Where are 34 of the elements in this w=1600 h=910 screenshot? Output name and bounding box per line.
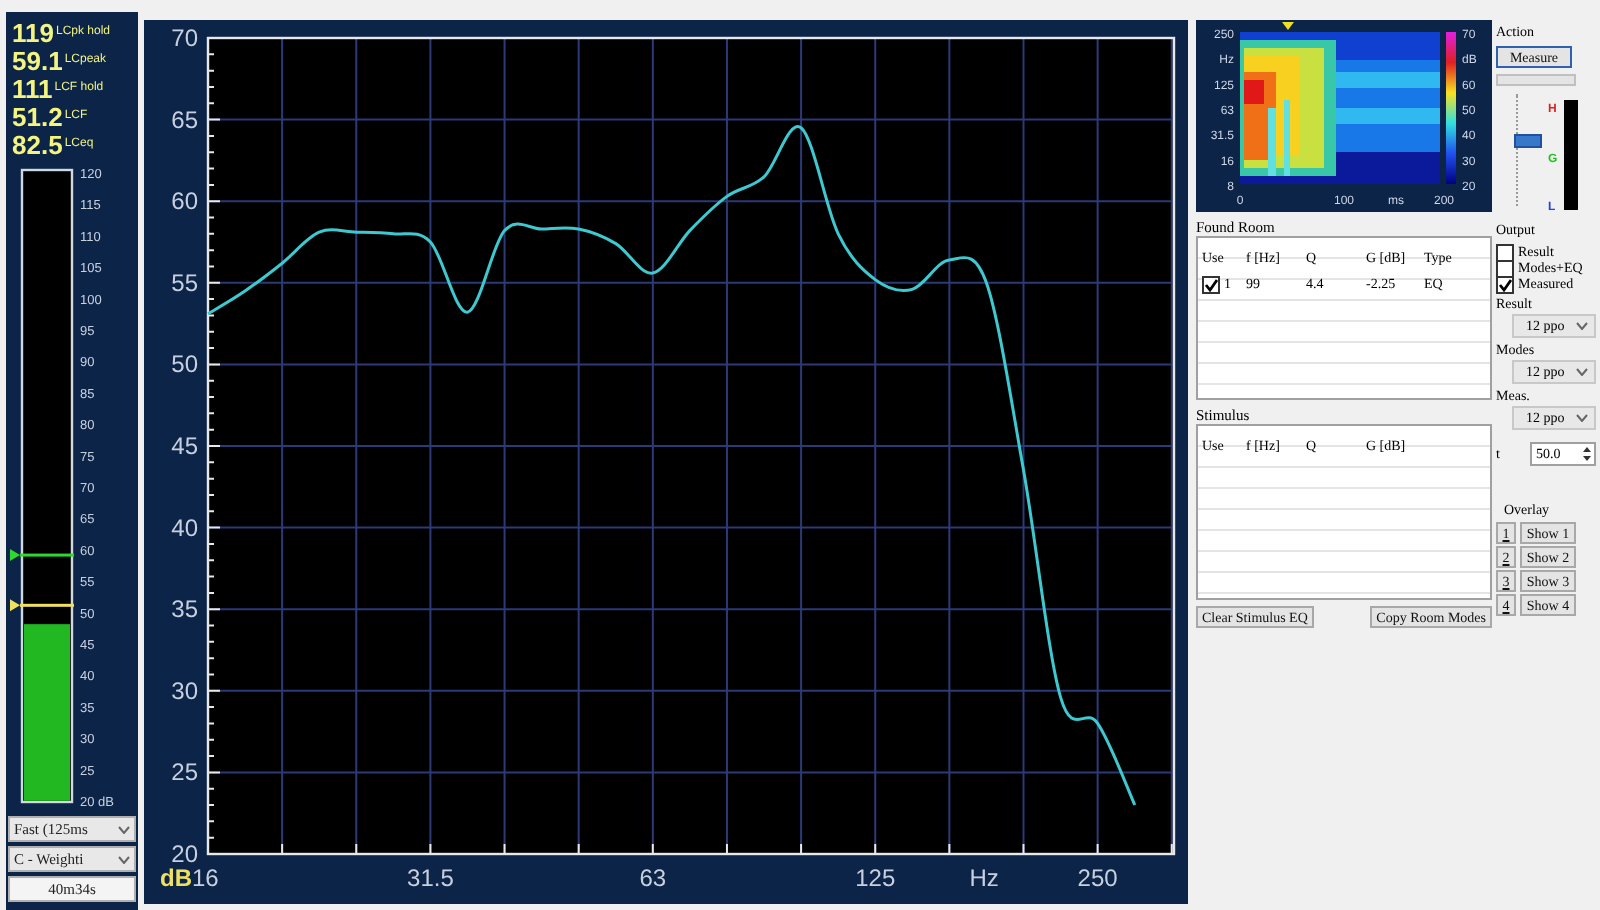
use-checkbox[interactable] — [1202, 275, 1220, 293]
y-axis-label: 25 — [171, 758, 198, 787]
chevron-down-icon — [1576, 368, 1588, 376]
level-value: 111 — [12, 75, 53, 101]
chevron-down-icon — [1576, 322, 1588, 330]
y-axis-label: 60 — [171, 187, 198, 216]
chevron-down-icon — [118, 855, 130, 863]
level-value: 82.5 — [12, 131, 63, 157]
y-axis-unit: dB — [160, 864, 192, 892]
x-axis-label: 125 — [855, 864, 896, 892]
x-axis-label: 16 — [192, 864, 219, 892]
y-axis-label: 55 — [171, 268, 198, 297]
output-meter — [1564, 100, 1578, 210]
chevron-down-icon — [118, 825, 130, 833]
level-value: 51.2 — [12, 103, 63, 129]
slider-thumb[interactable] — [1514, 134, 1542, 149]
x-axis-label: 31.5 — [407, 864, 454, 892]
y-axis-label: 40 — [171, 513, 198, 542]
y-axis-label: 70 — [171, 24, 198, 52]
x-axis-label: 250 — [1077, 864, 1118, 892]
level-value: 59.1 — [12, 47, 63, 73]
y-axis-label: 65 — [171, 105, 198, 134]
output-slider[interactable] — [1516, 94, 1542, 206]
chevron-down-icon — [1576, 414, 1588, 422]
spin-arrows-icon — [1582, 446, 1592, 462]
x-axis-label: 63 — [639, 864, 667, 892]
y-axis-label: 35 — [171, 595, 198, 624]
y-axis-label: 20 — [171, 840, 198, 868]
y-axis-label: 45 — [171, 432, 198, 460]
level-value: 119 — [12, 19, 54, 45]
checkbox[interactable] — [1496, 243, 1514, 261]
y-axis-label: 30 — [171, 676, 198, 705]
x-axis-unit: Hz — [969, 864, 999, 892]
y-axis-label: 50 — [171, 350, 198, 379]
